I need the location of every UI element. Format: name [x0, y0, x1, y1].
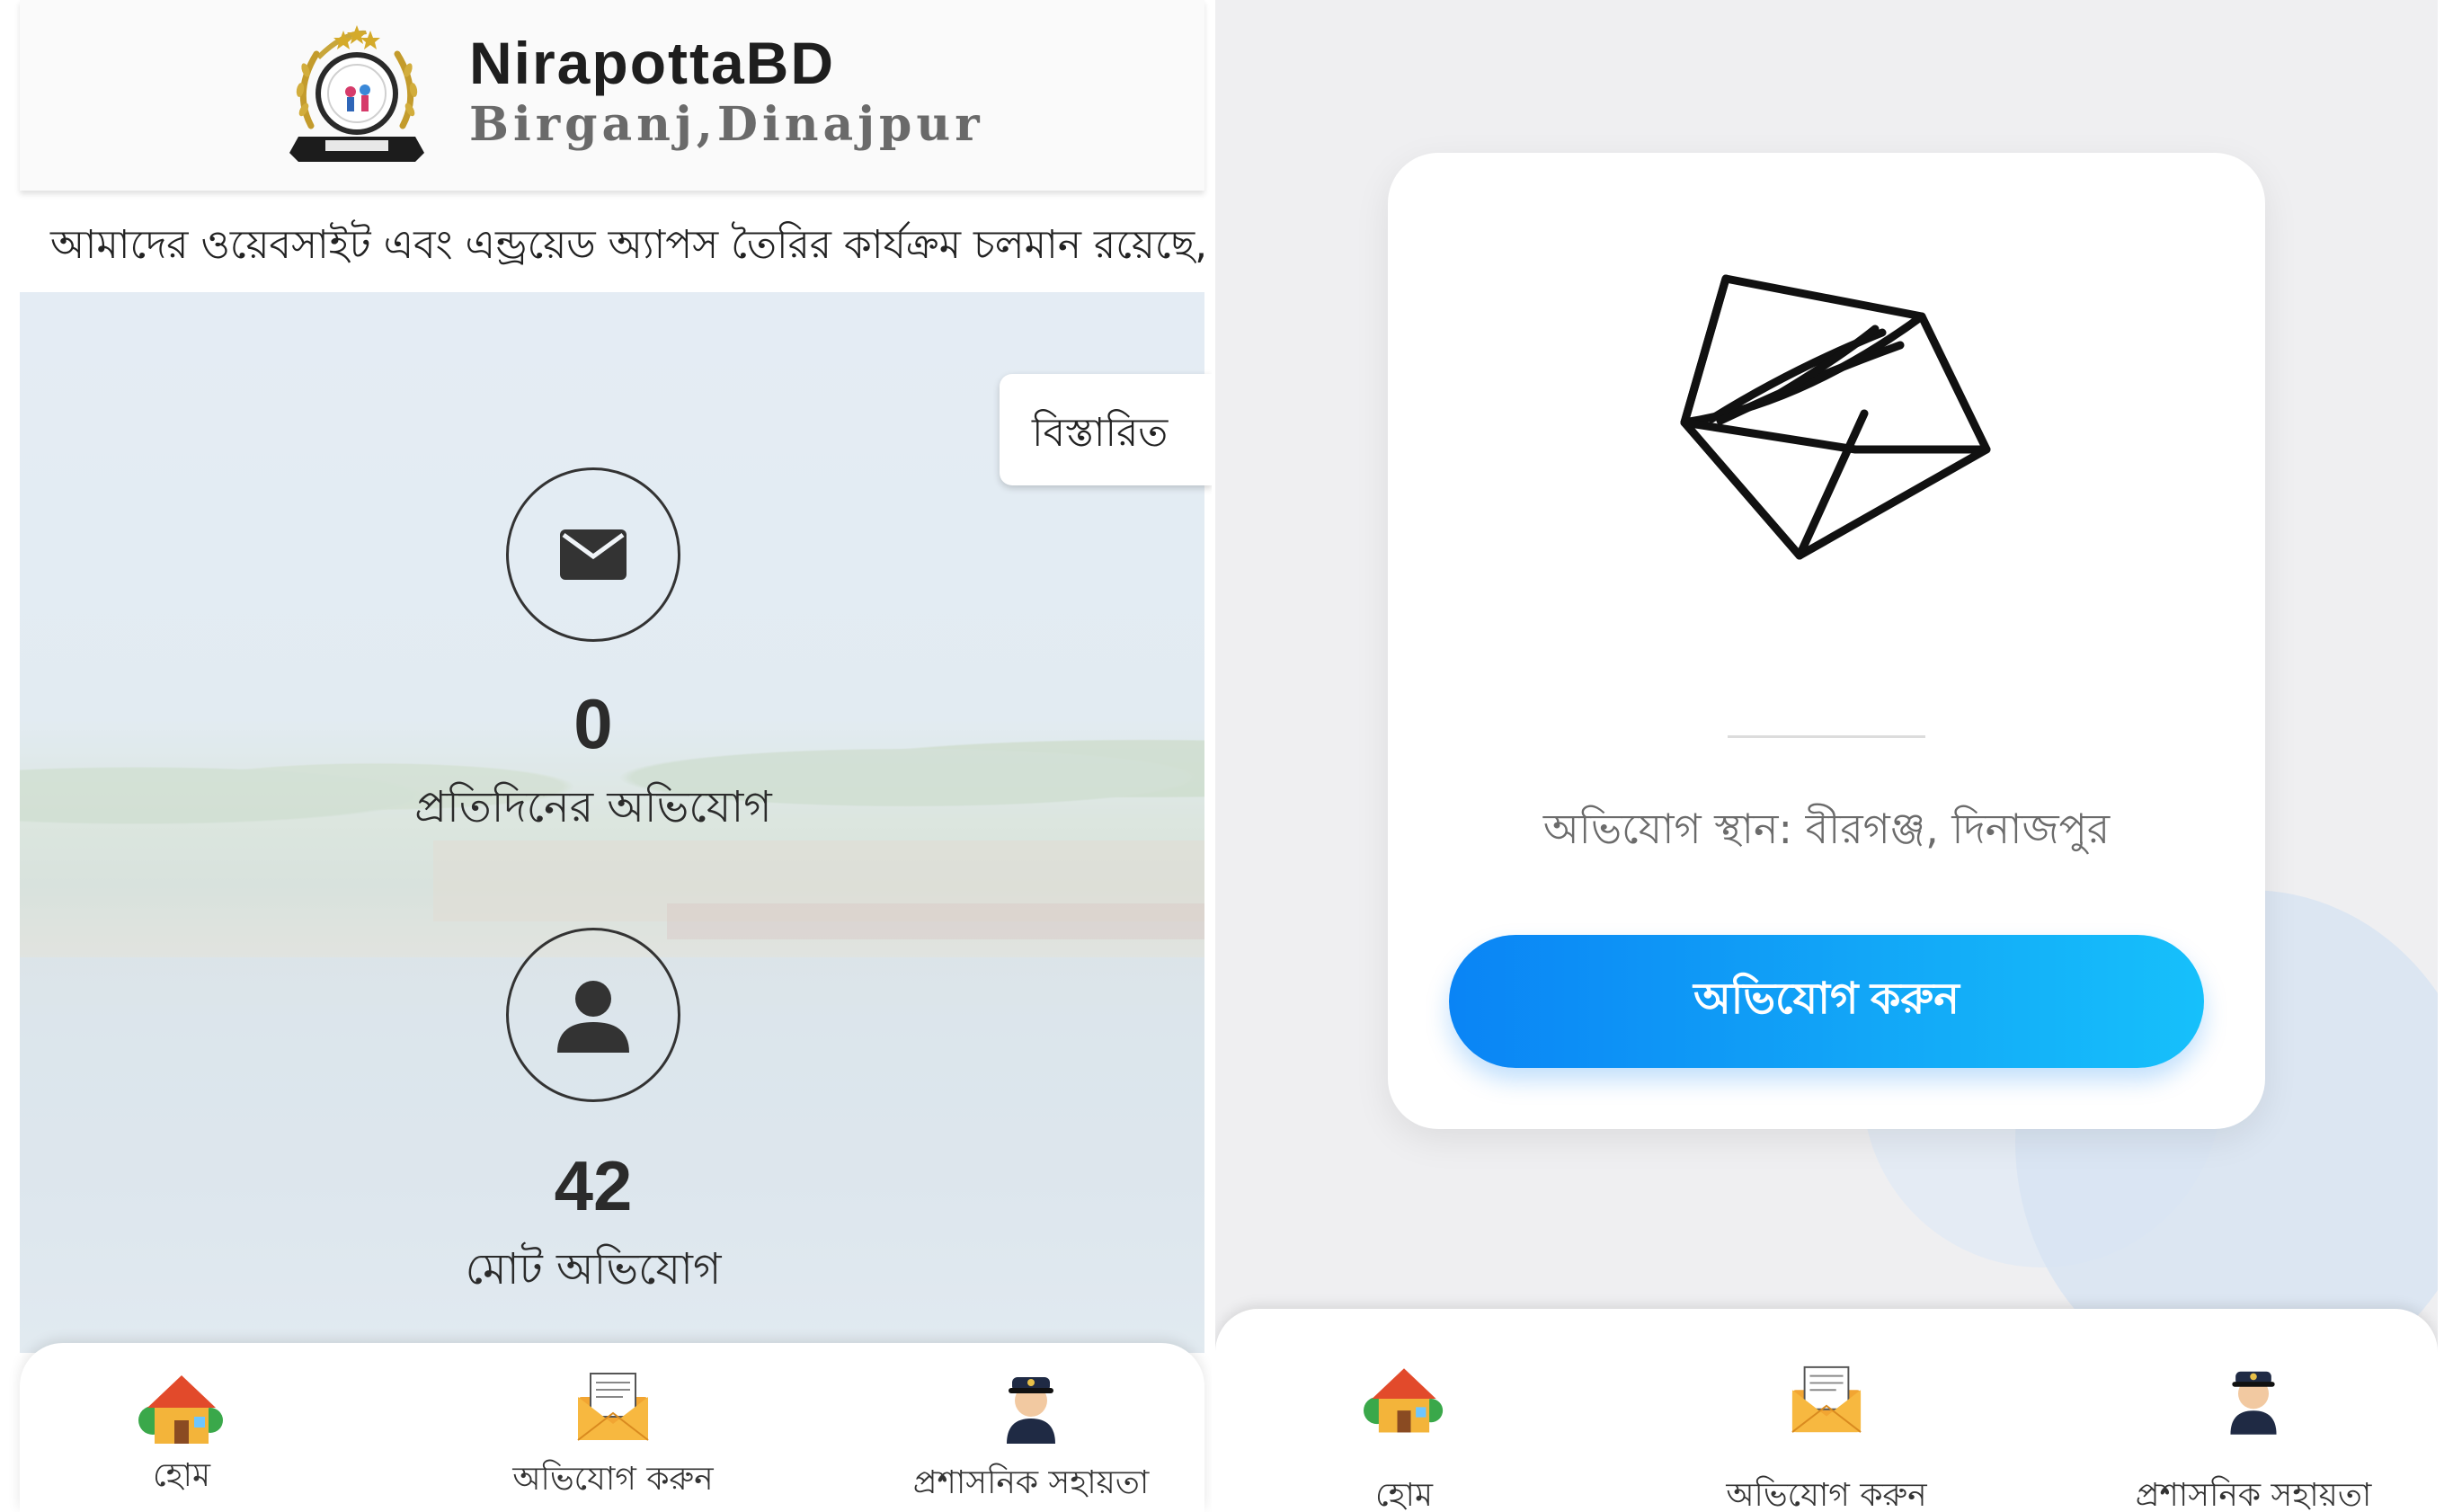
daily-complaints-icon-circle: [506, 467, 680, 642]
app-subtitle: Birganj,Dinajpur: [469, 97, 984, 152]
total-complaints-icon-circle: [506, 928, 680, 1102]
app-title: NirapottaBD: [469, 30, 836, 96]
nav-home[interactable]: হোম: [1305, 1363, 1503, 1512]
total-complaints-count: 42: [554, 1146, 633, 1225]
police-officer-icon: [2230, 1371, 2277, 1435]
logo-emblem-icon: [289, 25, 424, 162]
app-header: NirapottaBD Birganj,Dinajpur: [20, 0, 1204, 191]
news-ticker: আমাদের ওয়েবসাইট এবং এন্ড্রয়েড অ্যাপস ত…: [20, 202, 1204, 292]
bottom-navigation: হোম অভিযোগ করুন প্রশাসনিক সহায়তা: [20, 1343, 1204, 1512]
complaint-screen: অভিযোগ স্থান: বীরগঞ্জ, দিনাজপুর অভিযোগ ক…: [1215, 0, 2438, 1512]
file-complaint-button[interactable]: অভিযোগ করুন: [1449, 935, 2204, 1068]
nav-home-label: হোম: [153, 1457, 210, 1494]
police-officer-icon: [1007, 1377, 1055, 1444]
card-divider: [1728, 735, 1925, 738]
mail-icon: [577, 1373, 649, 1441]
nav-home-label: হোম: [1375, 1477, 1433, 1512]
home-screen: NirapottaBD Birganj,Dinajpur আমাদের ওয়ে…: [0, 0, 1212, 1512]
nav-admin-help-label: প্রশাসনিক সহায়তা: [2135, 1477, 2372, 1512]
daily-complaints-count: 0: [573, 684, 613, 763]
open-envelope-illustration-icon: [1680, 274, 1991, 560]
file-complaint-button-label: অভিযোগ করুন: [1693, 974, 1960, 1023]
nav-admin-help[interactable]: প্রশাসনিক সহায়তা: [883, 1368, 1179, 1512]
house-icon: [138, 1375, 223, 1444]
nav-admin-help-label: প্রশাসনিক সহায়তা: [912, 1464, 1150, 1501]
complaint-location: অভিযোগ স্থান: বীরগঞ্জ, দিনাজপুর: [1542, 805, 2111, 853]
nav-home[interactable]: হোম: [83, 1370, 280, 1505]
nav-complain-label: অভিযোগ করুন: [512, 1461, 714, 1498]
mail-icon: [1791, 1365, 1862, 1433]
user-icon: [557, 981, 629, 1053]
daily-complaints-label: প্রতিদিনের অভিযোগ: [414, 782, 772, 832]
total-complaints-label: মোট অভিযোগ: [465, 1244, 722, 1294]
nav-complain[interactable]: অভিযোগ করুন: [469, 1370, 757, 1508]
nav-admin-help[interactable]: প্রশাসনিক সহায়তা: [2105, 1363, 2402, 1512]
ticker-text: আমাদের ওয়েবসাইট এবং এন্ড্রয়েড অ্যাপস ত…: [50, 222, 1204, 268]
nav-complain[interactable]: অভিযোগ করুন: [1683, 1363, 1970, 1512]
bottom-navigation: হোম অভিযোগ করুন প্রশাসনিক সহায়তা: [1215, 1309, 2438, 1512]
envelope-icon: [560, 529, 627, 580]
details-button[interactable]: বিস্তারিত: [1000, 374, 1212, 485]
nav-complain-label: অভিযোগ করুন: [1726, 1477, 1927, 1512]
complaint-card: অভিযোগ স্থান: বীরগঞ্জ, দিনাজপুর অভিযোগ ক…: [1388, 153, 2265, 1129]
details-button-label: বিস্তারিত: [1032, 410, 1169, 456]
house-icon: [1364, 1368, 1444, 1433]
